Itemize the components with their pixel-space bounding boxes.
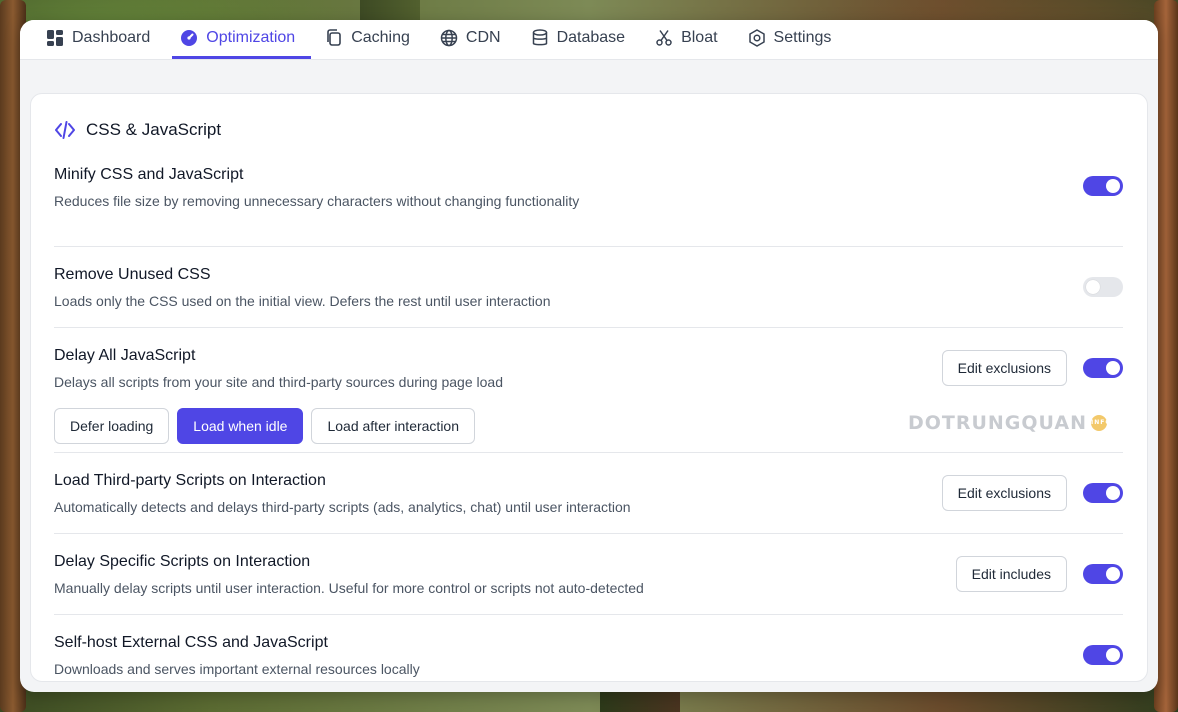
setting-description: Loads only the CSS used on the initial v… (54, 293, 551, 309)
tab-label: Dashboard (72, 28, 151, 46)
tab-caching[interactable]: Caching (317, 20, 426, 59)
load-after-interaction-button[interactable]: Load after interaction (311, 408, 475, 444)
tab-dashboard[interactable]: Dashboard (38, 20, 166, 59)
section-header: CSS & JavaScript (54, 94, 1123, 166)
edit-exclusions-button[interactable]: Edit exclusions (941, 475, 1067, 511)
tab-optimization[interactable]: Optimization (172, 20, 312, 59)
tab-label: Bloat (681, 28, 718, 46)
load-when-idle-button[interactable]: Load when idle (177, 408, 304, 444)
minify-toggle[interactable] (1083, 176, 1123, 196)
setting-row-third-party: Load Third-party Scripts on Interaction … (54, 453, 1123, 534)
globe-icon (440, 29, 458, 46)
tab-settings[interactable]: Settings (740, 20, 848, 59)
tab-bar: Dashboard Optimization Caching CDN Datab… (20, 20, 1158, 60)
edit-exclusions-button[interactable]: Edit exclusions (941, 350, 1067, 386)
delay-specific-toggle[interactable] (1083, 564, 1123, 584)
toggle-knob (1106, 361, 1120, 375)
css-js-card: CSS & JavaScript Minify CSS and JavaScri… (30, 93, 1148, 682)
edit-includes-button[interactable]: Edit includes (955, 556, 1067, 592)
setting-title: Self-host External CSS and JavaScript (54, 634, 328, 651)
tab-database[interactable]: Database (523, 20, 642, 59)
app-window: Dashboard Optimization Caching CDN Datab… (20, 20, 1158, 692)
database-icon (532, 28, 547, 45)
tab-label: Caching (351, 28, 410, 46)
watermark-badge: INFO (1091, 415, 1110, 431)
watermark-text: DOTRUNGQUAN (907, 412, 1087, 434)
tab-cdn[interactable]: CDN (432, 20, 517, 59)
third-party-toggle[interactable] (1083, 483, 1123, 503)
self-host-toggle[interactable] (1083, 645, 1123, 665)
delay-js-toggle[interactable] (1083, 358, 1123, 378)
section-title: CSS & JavaScript (86, 120, 222, 139)
toggle-knob (1086, 280, 1100, 294)
defer-loading-button[interactable]: Defer loading (54, 408, 170, 444)
watermark-logo: DOTRUNGQUAN INFO (907, 412, 1111, 434)
unused-css-toggle[interactable] (1083, 277, 1123, 297)
scissors-icon (656, 29, 672, 46)
toggle-knob (1106, 567, 1120, 581)
setting-row-minify: Minify CSS and JavaScript Reduces file s… (54, 166, 1123, 247)
setting-row-delay-js: Delay All JavaScript Delays all scripts … (54, 328, 1123, 453)
gauge-icon (181, 29, 198, 46)
setting-description: Reduces file size by removing unnecessar… (54, 193, 580, 209)
setting-title: Minify CSS and JavaScript (54, 166, 244, 183)
setting-row-delay-specific: Delay Specific Scripts on Interaction Ma… (54, 534, 1123, 615)
tab-label: Database (556, 28, 626, 46)
background-foliage-bottom (600, 690, 680, 712)
tab-label: CDN (465, 28, 501, 46)
settings-icon (748, 28, 765, 47)
tab-bloat[interactable]: Bloat (647, 20, 733, 59)
setting-description: Downloads and serves important external … (54, 661, 420, 677)
toggle-knob (1106, 486, 1120, 500)
setting-row-unused-css: Remove Unused CSS Loads only the CSS use… (54, 247, 1123, 328)
toggle-knob (1106, 648, 1120, 662)
setting-row-self-host: Self-host External CSS and JavaScript Do… (54, 615, 1123, 685)
code-icon (55, 121, 75, 139)
copy-icon (327, 28, 342, 46)
tab-label: Optimization (206, 28, 296, 46)
setting-title: Remove Unused CSS (54, 266, 211, 283)
tab-label: Settings (773, 28, 832, 46)
toggle-knob (1106, 179, 1120, 193)
grid-icon (47, 29, 63, 46)
